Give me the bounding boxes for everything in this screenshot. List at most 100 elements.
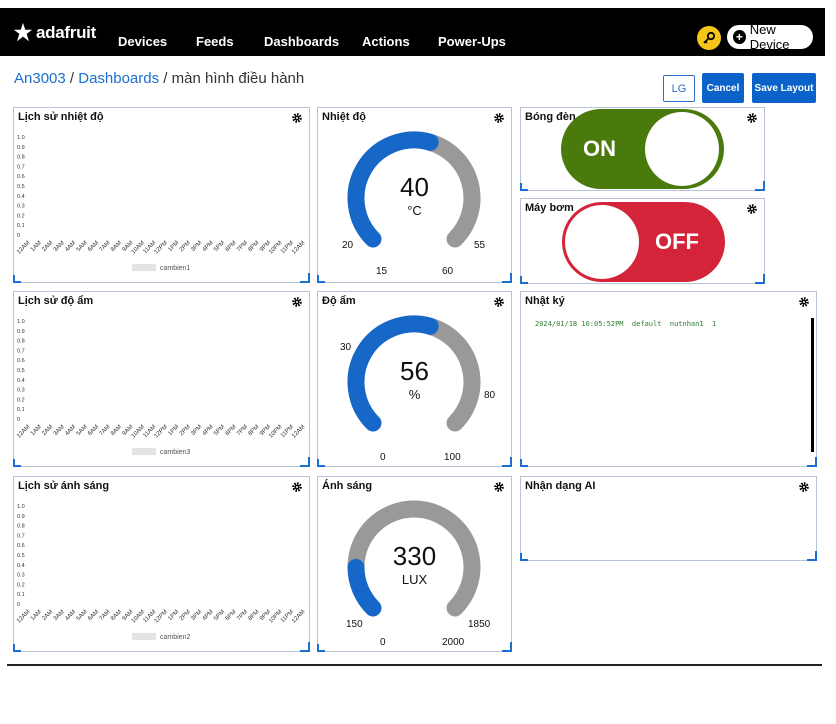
x-tick-label: 12PM <box>154 424 169 439</box>
x-tick-label: 12PM <box>154 609 169 624</box>
x-tick-label: 7AM <box>99 424 112 437</box>
nav-dashboards[interactable]: Dashboards <box>264 34 339 49</box>
x-tick-label: 2AM <box>41 240 54 253</box>
block-title: Lịch sử ánh sáng <box>18 480 110 492</box>
toggle-state-label: OFF <box>655 229 699 254</box>
save-layout-button[interactable]: Save Layout <box>752 73 816 103</box>
key-icon-button[interactable] <box>697 26 721 50</box>
nav-devices[interactable]: Devices <box>118 34 167 49</box>
footer-divider <box>7 664 822 666</box>
x-tick-label: 8AM <box>110 609 123 622</box>
x-tick-label: 7AM <box>99 240 112 253</box>
x-tick-label: 6AM <box>87 609 100 622</box>
light-history-block[interactable]: Lịch sử ánh sáng 1.0 0.9 0.8 0.7 0.6 0.5 0.4 0.3… <box>13 476 310 652</box>
gear-icon[interactable] <box>798 481 810 493</box>
gauge-max-label: 60 <box>442 266 454 277</box>
gear-icon[interactable] <box>291 481 303 493</box>
adafruit-logo[interactable]: adafruit <box>12 20 96 46</box>
ai-block[interactable]: Nhận dạng AI <box>520 476 817 561</box>
x-tick-label: 2PM <box>179 609 192 622</box>
y-tick-label: 0.4 <box>17 194 25 200</box>
x-tick-label: 4PM <box>202 240 215 253</box>
x-tick-label: 6PM <box>225 609 238 622</box>
breadcrumb-user[interactable]: An3003 <box>14 70 66 87</box>
top-nav: adafruit Devices Feeds Dashboards Action… <box>0 8 825 56</box>
temp-history-block[interactable]: Lịch sử nhiệt độ 1.0 0.9 0.8 0.7 0.6 0.5 0.4 0.3… <box>13 107 310 283</box>
y-tick-label: 0.5 <box>17 184 25 190</box>
y-tick-label: 1.0 <box>17 319 25 325</box>
humid-gauge-block[interactable]: Độ ẩm 56% 0 100 30 80 <box>317 291 512 467</box>
gear-icon[interactable] <box>291 296 303 308</box>
x-tick-label: 8PM <box>248 240 261 253</box>
humid-history-block[interactable]: Lịch sử độ ẩm 1.0 0.9 0.8 0.7 0.6 0.5 0.4 0.3 0.2… <box>13 291 310 467</box>
gauge-min-label: 0 <box>380 452 386 463</box>
gear-icon[interactable] <box>746 112 758 124</box>
toggle-knob <box>565 205 639 279</box>
y-tick-label: 0.1 <box>17 407 25 413</box>
log-scrollbar[interactable] <box>811 318 814 452</box>
legend-label: cambien1 <box>160 265 190 272</box>
light-toggle-switch[interactable]: ON <box>561 109 724 189</box>
gauge-min-label: 15 <box>376 266 388 277</box>
y-tick-label: 0.3 <box>17 388 25 394</box>
legend-swatch <box>132 633 156 640</box>
gauge-number: 40 <box>400 172 429 202</box>
y-tick-label: 0.6 <box>17 174 25 180</box>
block-title: Lịch sử độ ẩm <box>18 295 94 307</box>
light-switch-block[interactable]: Bóng đèn ON <box>520 107 765 191</box>
gear-icon[interactable] <box>746 203 758 215</box>
x-tick-label: 2PM <box>179 240 192 253</box>
gauge-value: 56% <box>318 356 511 402</box>
x-tick-label: 8AM <box>110 424 123 437</box>
temp-gauge-block[interactable]: Nhiệt độ 40 °C 15 60 20 55 <box>317 107 512 283</box>
y-tick-label: 0.6 <box>17 358 25 364</box>
gear-icon[interactable] <box>291 112 303 124</box>
light-gauge-block[interactable]: Ánh sáng 330 LUX 0 2000 150 1850 <box>317 476 512 652</box>
y-tick-label: 0.9 <box>17 145 25 151</box>
log-block[interactable]: Nhật ký 2024/01/18 10:05:52PM default nu… <box>520 291 817 467</box>
y-tick-label: 0.5 <box>17 368 25 374</box>
y-tick-label: 0 <box>17 233 20 239</box>
toggle-knob <box>645 112 719 186</box>
gauge-unit: LUX <box>401 572 428 587</box>
y-tick-label: 0.7 <box>17 164 25 170</box>
y-tick-label: 1.0 <box>17 504 25 510</box>
gear-icon[interactable] <box>798 296 810 308</box>
y-tick-label: 0.1 <box>17 592 25 598</box>
pump-toggle-switch[interactable]: OFF <box>562 202 725 282</box>
x-tick-label: 12AM <box>291 424 306 439</box>
x-tick-label: 6AM <box>87 240 100 253</box>
x-tick-label: 5AM <box>76 424 89 437</box>
nav-power-ups[interactable]: Power-Ups <box>438 34 506 49</box>
y-tick-label: 0.3 <box>17 573 25 579</box>
y-tick-label: 0.5 <box>17 553 25 559</box>
nav-feeds[interactable]: Feeds <box>196 34 234 49</box>
y-tick-label: 0 <box>17 417 20 423</box>
gauge-min-label: 0 <box>380 637 386 648</box>
gauge-low-label: 30 <box>340 342 352 353</box>
breadcrumb-sep: / <box>69 70 75 87</box>
x-tick-label: 6PM <box>225 424 238 437</box>
y-tick-label: 0.9 <box>17 514 25 520</box>
page-title: màn hình điều hành <box>171 70 305 87</box>
y-tick-label: 0.2 <box>17 397 25 403</box>
log-entry: 2024/01/18 10:05:52PM default nutnhan1 1 <box>535 320 717 328</box>
pump-switch-block[interactable]: Máy bơm OFF <box>520 198 765 284</box>
breadcrumb-dashboards[interactable]: Dashboards <box>78 70 159 87</box>
plus-circle-icon: + <box>733 30 746 44</box>
x-tick-label: 6AM <box>87 424 100 437</box>
x-tick-label: 2AM <box>41 424 54 437</box>
y-tick-label: 0.2 <box>17 213 25 219</box>
legend-swatch <box>132 264 156 271</box>
cancel-button[interactable]: Cancel <box>702 73 744 103</box>
x-tick-label: 7AM <box>99 609 112 622</box>
nav-actions[interactable]: Actions <box>362 34 410 49</box>
new-device-button[interactable]: + New Device <box>727 22 813 52</box>
x-tick-label: 7PM <box>236 240 249 253</box>
block-title: Bóng đèn <box>525 111 576 123</box>
x-tick-label: 5PM <box>213 424 226 437</box>
x-tick-label: 2PM <box>179 424 192 437</box>
adafruit-flower-icon <box>13 22 33 42</box>
history-chart: 1.00.90.80.70.60.50.40.30.20.1012AM1AM2A… <box>16 319 306 456</box>
layout-size-button[interactable]: LG <box>663 75 695 102</box>
